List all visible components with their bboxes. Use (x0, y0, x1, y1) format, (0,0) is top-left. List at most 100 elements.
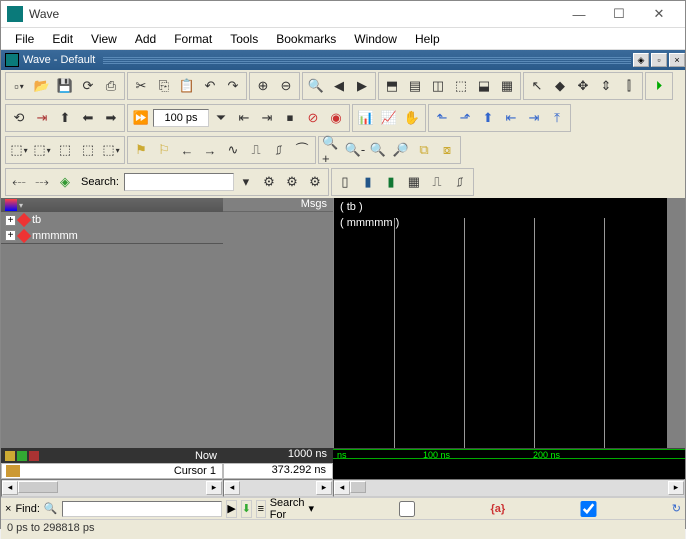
time-ruler[interactable]: ns 100 ns 200 ns (333, 449, 685, 459)
stop-all-button[interactable]: ◉ (325, 107, 347, 129)
dataflow-button[interactable]: ⬚ (450, 75, 472, 97)
find-next-button[interactable]: ▶ (351, 75, 373, 97)
minimize-button[interactable]: — (559, 2, 599, 26)
print-button[interactable]: ⎙ (100, 75, 122, 97)
subwindow-dock-button[interactable]: ◈ (633, 53, 649, 67)
edge-prev-button[interactable]: ⇤ (500, 107, 522, 129)
scroll-right-button[interactable]: ▸ (206, 481, 222, 495)
scroll-left-button[interactable]: ◂ (224, 481, 240, 495)
profile2-button[interactable]: 📈 (378, 107, 400, 129)
profile-button[interactable]: 📊 (355, 107, 377, 129)
menu-bookmarks[interactable]: Bookmarks (268, 30, 344, 48)
remove-cursor-button[interactable]: ⊖ (275, 75, 297, 97)
menu-format[interactable]: Format (166, 30, 220, 48)
menu-edit[interactable]: Edit (44, 30, 81, 48)
find-wrap-checkbox[interactable] (509, 501, 668, 517)
wave4-icon[interactable]: ⏜ (291, 139, 313, 161)
menu-tools[interactable]: Tools (222, 30, 266, 48)
cursor-value[interactable]: 373.292 ns (223, 463, 333, 479)
collapse-button[interactable]: ⫿ (618, 75, 640, 97)
hand-button[interactable]: ✋ (401, 107, 423, 129)
memory-button[interactable]: ▦ (496, 75, 518, 97)
find-input[interactable] (62, 501, 223, 517)
zoom-cursor-button[interactable]: 🔎 (390, 139, 412, 161)
lock-icon[interactable] (5, 451, 15, 461)
bookmark-add-button[interactable]: ⚑ (130, 139, 152, 161)
find-button[interactable]: 🔍 (305, 75, 327, 97)
menu-file[interactable]: File (7, 30, 42, 48)
wave3-icon[interactable]: ⎎ (268, 139, 290, 161)
step-button[interactable]: ⇥ (31, 107, 53, 129)
paste-button[interactable]: 📋 (176, 75, 198, 97)
step-fwd-button[interactable]: ➡ (100, 107, 122, 129)
view1-button[interactable]: ▯ (334, 171, 356, 193)
hscroll-msgs[interactable]: ◂ ▸ (223, 479, 333, 497)
find-down-button[interactable]: ⬇ (241, 500, 252, 518)
scroll-left-button[interactable]: ◂ (334, 481, 350, 495)
edge-up-button[interactable]: ⤒ (546, 107, 568, 129)
subwindow-max-button[interactable]: ▫ (651, 53, 667, 67)
schematic-button[interactable]: ⬓ (473, 75, 495, 97)
expand-icon[interactable]: + (5, 215, 16, 226)
run-continue-button[interactable]: ⇥ (256, 107, 278, 129)
run-length-button[interactable]: ⇤ (233, 107, 255, 129)
trace-next-button[interactable]: ⤏ (31, 171, 53, 193)
menu-help[interactable]: Help (407, 30, 448, 48)
stop-button[interactable]: ⊘ (302, 107, 324, 129)
step-back-button[interactable]: ⬅ (77, 107, 99, 129)
cut-button[interactable]: ✂ (130, 75, 152, 97)
cursor-prev-button[interactable]: ⬑ (431, 107, 453, 129)
cursor-label[interactable]: Cursor 1 (174, 465, 216, 477)
layout4-button[interactable]: ⬚ (77, 139, 99, 161)
find-close-button[interactable]: × (5, 503, 11, 515)
layout3-button[interactable]: ⬚ (54, 139, 76, 161)
expand-icon[interactable]: + (5, 230, 16, 241)
cursor-lock-icon[interactable] (6, 465, 20, 477)
search-for-label[interactable]: Search For (270, 497, 305, 521)
time-unit-button[interactable]: ⏷ (210, 107, 232, 129)
signal-panel-header[interactable]: ▾ (1, 198, 223, 212)
zoom-other-button[interactable]: ⧇ (436, 139, 458, 161)
stack-button[interactable]: ▤ (404, 75, 426, 97)
step-up-button[interactable]: ⬆ (54, 107, 76, 129)
run-all-button[interactable]: ⏩ (130, 107, 152, 129)
search-opt3-button[interactable]: ⚙ (304, 171, 326, 193)
scroll-left-button[interactable]: ◂ (2, 481, 18, 495)
trace-button[interactable]: ◈ (54, 171, 76, 193)
view4-button[interactable]: ▦ (403, 171, 425, 193)
view3-button[interactable]: ▮ (380, 171, 402, 193)
wave2-icon[interactable]: ⎍ (245, 139, 267, 161)
select-mode-button[interactable]: ↖ (526, 75, 548, 97)
bookmark-prev-button[interactable]: ← (176, 139, 198, 161)
wave1-icon[interactable]: ∿ (222, 139, 244, 161)
layout5-button[interactable]: ⬚ (100, 139, 122, 161)
waveform-panel[interactable]: ( tb ) ( mmmmm ) (333, 198, 667, 448)
find-prev-button[interactable]: ◀ (328, 75, 350, 97)
zoom-mode-button[interactable]: ◆ (549, 75, 571, 97)
find-list-button[interactable]: ≡ (256, 500, 266, 518)
copy-button[interactable]: ⎘ (153, 75, 175, 97)
redo-button[interactable]: ↷ (222, 75, 244, 97)
maximize-button[interactable]: ☐ (599, 2, 639, 26)
layer-button[interactable]: ◫ (427, 75, 449, 97)
search-opt1-button[interactable]: ⚙ (258, 171, 280, 193)
cursor-track[interactable] (333, 463, 685, 479)
break-button[interactable]: ⏹ (279, 107, 301, 129)
reload-button[interactable]: ⟳ (77, 75, 99, 97)
hscroll-wave[interactable]: ◂ ▸ (333, 479, 685, 497)
bookmark-del-button[interactable]: ⚐ (153, 139, 175, 161)
zoom-in-button[interactable]: 🔍+ (321, 139, 343, 161)
cursor-next-button[interactable]: ⬏ (454, 107, 476, 129)
run-length-input[interactable] (153, 109, 209, 127)
bookmark-next-button[interactable]: → (199, 139, 221, 161)
cursor-up-button[interactable]: ⬆ (477, 107, 499, 129)
scroll-thumb[interactable] (18, 481, 58, 493)
search-opt2-button[interactable]: ⚙ (281, 171, 303, 193)
add-cursor-button[interactable]: ⊕ (252, 75, 274, 97)
scroll-right-button[interactable]: ▸ (316, 481, 332, 495)
find-go-button[interactable]: ▶ (226, 500, 236, 518)
close-button[interactable]: ✕ (639, 2, 679, 26)
undo-button[interactable]: ↶ (199, 75, 221, 97)
signal-row-mmmmm[interactable]: + mmmmm (1, 228, 223, 244)
signal-row-tb[interactable]: + tb (1, 212, 223, 228)
